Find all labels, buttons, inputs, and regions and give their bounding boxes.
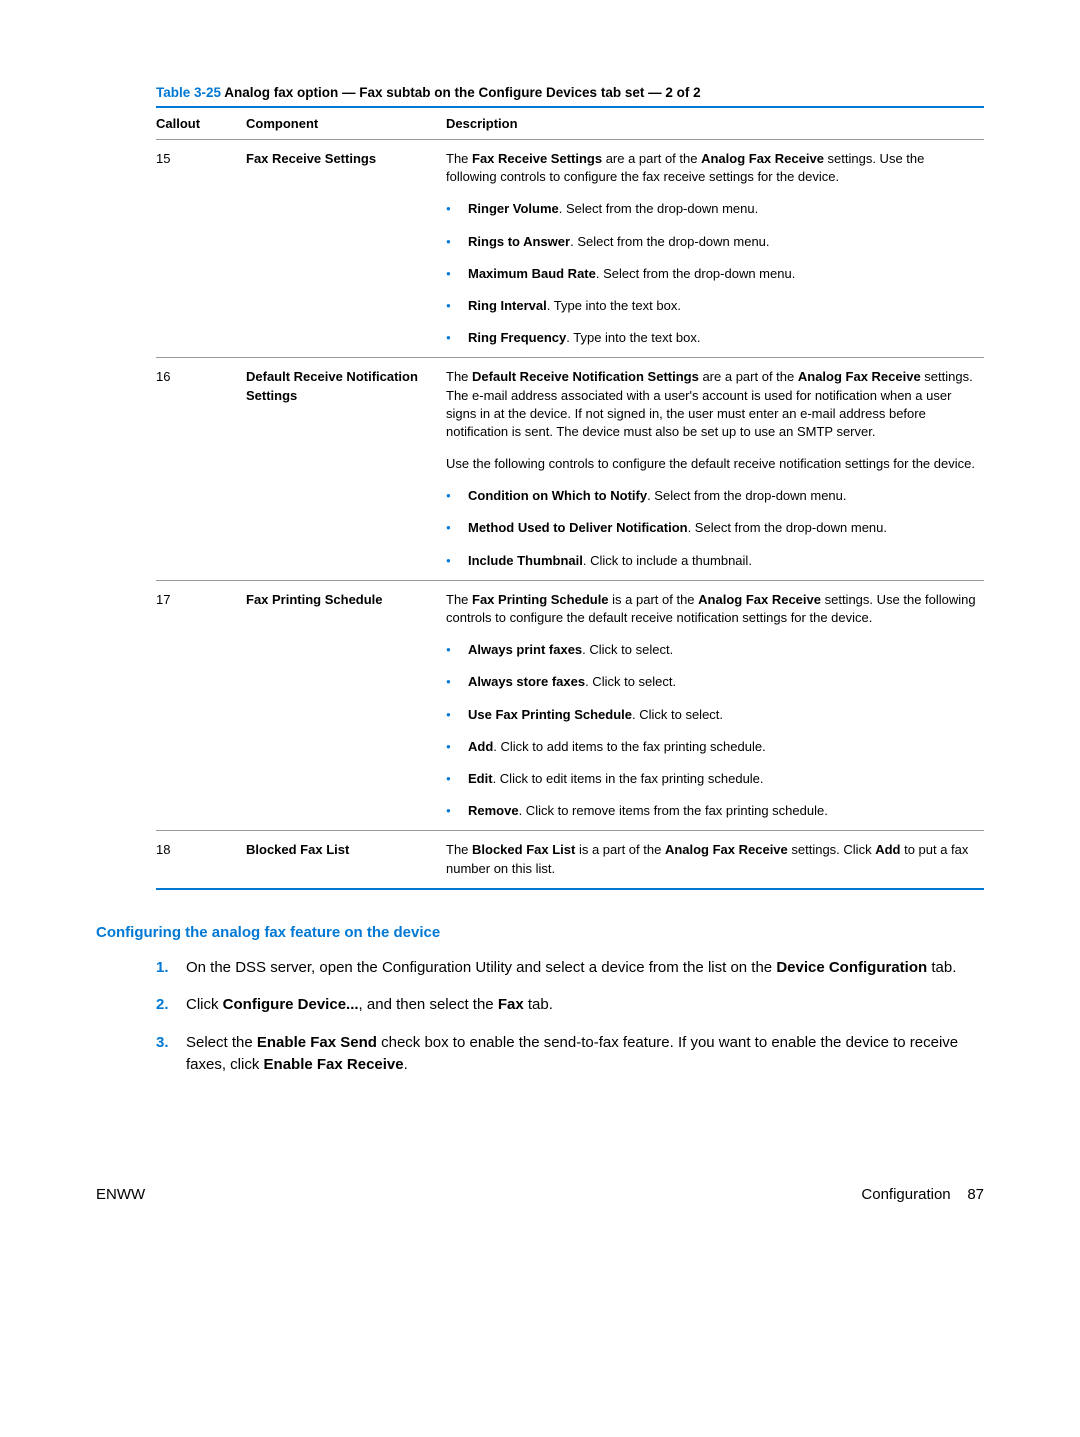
table-number: Table 3-25 xyxy=(156,85,221,100)
step-item: 1. On the DSS server, open the Configura… xyxy=(156,957,984,979)
callout-cell: 16 xyxy=(156,358,246,581)
fax-options-table: Callout Component Description 15 Fax Rec… xyxy=(156,106,984,890)
list-item: Edit. Click to edit items in the fax pri… xyxy=(446,770,976,788)
list-item: Always store faxes. Click to select. xyxy=(446,673,976,691)
list-item: Add. Click to add items to the fax print… xyxy=(446,738,976,756)
component-cell: Blocked Fax List xyxy=(246,831,446,889)
step-item: 3. Select the Enable Fax Send check box … xyxy=(156,1032,984,1076)
component-cell: Fax Printing Schedule xyxy=(246,580,446,831)
list-item: Include Thumbnail. Click to include a th… xyxy=(446,552,976,570)
table-row: 16 Default Receive Notification Settings… xyxy=(156,358,984,581)
list-item: Method Used to Deliver Notification. Sel… xyxy=(446,519,976,537)
table-title: Analog fax option — Fax subtab on the Co… xyxy=(221,85,701,100)
component-cell: Default Receive Notification Settings xyxy=(246,358,446,581)
description-cell: The Default Receive Notification Setting… xyxy=(446,358,984,581)
description-cell: The Blocked Fax List is a part of the An… xyxy=(446,831,984,889)
callout-cell: 17 xyxy=(156,580,246,831)
section-heading: Configuring the analog fax feature on th… xyxy=(96,924,984,941)
list-item: Ring Interval. Type into the text box. xyxy=(446,297,976,315)
step-number: 2. xyxy=(156,994,169,1016)
list-item: Ringer Volume. Select from the drop-down… xyxy=(446,200,976,218)
table-row: 17 Fax Printing Schedule The Fax Printin… xyxy=(156,580,984,831)
step-number: 1. xyxy=(156,957,169,979)
col-header-component: Component xyxy=(246,107,446,140)
list-item: Rings to Answer. Select from the drop-do… xyxy=(446,233,976,251)
component-cell: Fax Receive Settings xyxy=(246,140,446,358)
table-row: 18 Blocked Fax List The Blocked Fax List… xyxy=(156,831,984,889)
list-item: Condition on Which to Notify. Select fro… xyxy=(446,487,976,505)
configuration-steps: 1. On the DSS server, open the Configura… xyxy=(156,957,984,1076)
list-item: Maximum Baud Rate. Select from the drop-… xyxy=(446,265,976,283)
description-cell: The Fax Printing Schedule is a part of t… xyxy=(446,580,984,831)
col-header-description: Description xyxy=(446,107,984,140)
list-item: Always print faxes. Click to select. xyxy=(446,641,976,659)
table-row: 15 Fax Receive Settings The Fax Receive … xyxy=(156,140,984,358)
list-item: Remove. Click to remove items from the f… xyxy=(446,802,976,820)
callout-cell: 18 xyxy=(156,831,246,889)
callout-cell: 15 xyxy=(156,140,246,358)
table-caption: Table 3-25 Analog fax option — Fax subta… xyxy=(156,85,984,100)
step-number: 3. xyxy=(156,1032,169,1054)
col-header-callout: Callout xyxy=(156,107,246,140)
description-cell: The Fax Receive Settings are a part of t… xyxy=(446,140,984,358)
page-footer: ENWW Configuration 87 xyxy=(96,1186,984,1203)
step-item: 2. Click Configure Device..., and then s… xyxy=(156,994,984,1016)
list-item: Ring Frequency. Type into the text box. xyxy=(446,329,976,347)
list-item: Use Fax Printing Schedule. Click to sele… xyxy=(446,706,976,724)
footer-left: ENWW xyxy=(96,1186,145,1203)
footer-right: Configuration 87 xyxy=(861,1186,984,1203)
